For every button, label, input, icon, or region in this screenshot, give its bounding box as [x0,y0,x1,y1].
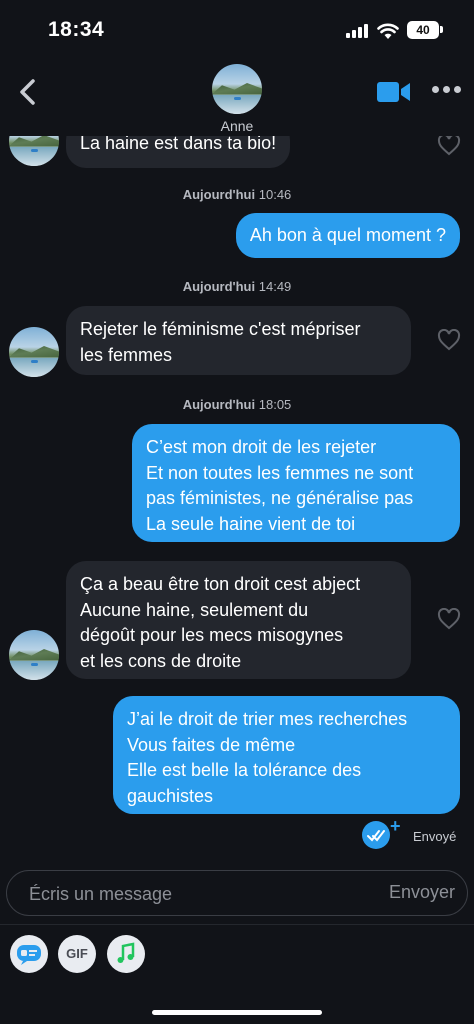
double-check-icon [362,821,390,849]
header-avatar[interactable] [212,64,262,114]
outgoing-message[interactable]: Ah bon à quel moment ? [235,213,460,258]
video-call-icon[interactable] [376,80,412,104]
contact-avatar[interactable] [9,630,59,680]
contact-avatar[interactable] [9,327,59,377]
chat-header: Anne [0,60,474,136]
incoming-message[interactable]: Rejeter le féminisme c'est mépriser les … [66,306,411,375]
message-timestamp: Aujourd'hui 14:49 [182,279,292,294]
message-timestamp: Aujourd'hui 18:05 [182,397,292,412]
delivery-status: + Envoyé [362,816,462,851]
plus-icon: + [390,816,401,836]
outgoing-message[interactable]: C’est mon droit de les rejeter Et non to… [132,424,460,542]
back-chevron-icon[interactable] [14,76,44,108]
gif-button[interactable]: GIF [58,935,96,973]
like-heart-icon[interactable] [437,328,461,351]
music-button[interactable] [107,935,145,973]
sticker-button[interactable] [10,935,48,973]
message-input[interactable] [29,881,349,907]
message-timestamp: Aujourd'hui 10:46 [182,187,292,202]
send-button[interactable]: Envoyer [389,882,455,903]
like-heart-icon[interactable] [437,133,461,156]
music-note-icon [117,942,135,963]
gif-label: GIF [66,946,88,961]
incoming-message[interactable]: Ça a beau être ton droit cest abject Auc… [66,561,411,679]
more-options-icon[interactable] [432,86,462,96]
divider [0,924,474,925]
like-heart-icon[interactable] [437,607,461,630]
home-indicator[interactable] [152,1010,322,1015]
message-composer: Envoyer [6,870,468,916]
delivery-status-label: Envoyé [413,829,457,844]
outgoing-message[interactable]: J’ai le droit de trier mes recherches Vo… [113,696,460,814]
contact-name[interactable]: Anne [0,118,474,134]
